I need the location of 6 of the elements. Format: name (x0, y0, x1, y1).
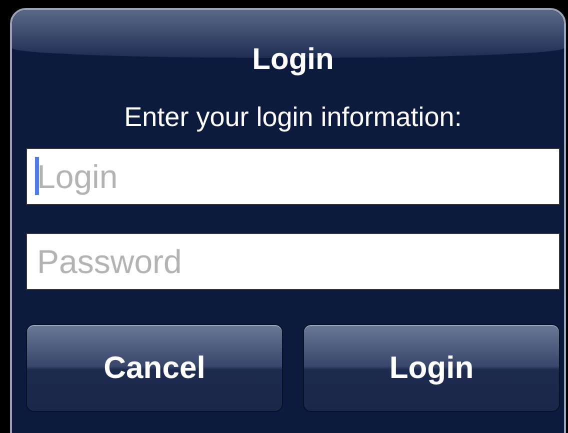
text-field[interactable]: Login (26, 148, 560, 205)
dialog-button[interactable]: Login (303, 324, 560, 412)
dialog-button[interactable]: Cancel (26, 324, 283, 412)
dialog-message: Enter your login information: (123, 101, 463, 134)
text-field[interactable]: Password (26, 233, 560, 290)
dialog-title: Login (251, 42, 335, 78)
